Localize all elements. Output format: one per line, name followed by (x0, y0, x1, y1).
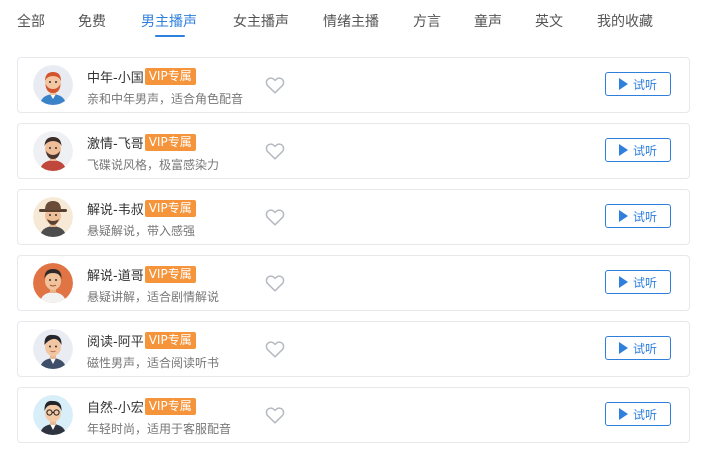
man-red-beard-avatar-icon (33, 65, 73, 105)
tab-child-voice[interactable]: 童声 (474, 13, 502, 31)
favorite-heart-icon[interactable] (264, 206, 286, 228)
voice-name: 解说-道哥 (87, 268, 144, 284)
tab-dialect[interactable]: 方言 (413, 13, 441, 31)
play-icon (618, 210, 628, 222)
voice-name: 中年-小国 (87, 70, 144, 86)
voice-description: 悬疑讲解，适合剧情解说 (87, 290, 220, 304)
listen-label: 试听 (632, 407, 657, 422)
listen-label: 试听 (632, 77, 657, 92)
tab-male-anchor[interactable]: 男主播声 (141, 13, 197, 31)
active-tab-indicator (155, 35, 185, 37)
voice-list: 中年-小国 VIP专属 亲和中年男声，适合角色配音 试听 激情-飞哥 VIP专属… (17, 57, 690, 453)
voice-card: 阅读-阿平 VIP专属 磁性男声，适合阅读听书 试听 (17, 321, 690, 377)
vip-badge: VIP专属 (144, 199, 196, 217)
voice-card: 自然-小宏 VIP专属 年轻时尚，适用于客服配音 试听 (17, 387, 690, 443)
listen-button[interactable]: 试听 (605, 204, 671, 228)
man-beard-avatar-icon (33, 131, 73, 171)
man-orange-avatar-icon (33, 263, 73, 303)
listen-label: 试听 (632, 209, 657, 224)
man-glasses-avatar-icon (33, 395, 73, 435)
voice-category-tabs: 全部 免费 男主播声 女主播声 情绪主播 方言 童声 英文 我的收藏 (0, 0, 708, 44)
play-icon (618, 276, 628, 288)
listen-label: 试听 (632, 275, 657, 290)
play-icon (618, 144, 628, 156)
listen-label: 试听 (632, 341, 657, 356)
listen-button[interactable]: 试听 (605, 336, 671, 360)
tab-all[interactable]: 全部 (17, 13, 45, 31)
favorite-heart-icon[interactable] (264, 272, 286, 294)
voice-name: 自然-小宏 (87, 400, 144, 416)
voice-card: 中年-小国 VIP专属 亲和中年男声，适合角色配音 试听 (17, 57, 690, 113)
tab-english[interactable]: 英文 (535, 13, 563, 31)
listen-button[interactable]: 试听 (605, 138, 671, 162)
vip-badge: VIP专属 (144, 397, 196, 415)
voice-card: 激情-飞哥 VIP专属 飞碟说风格，极富感染力 试听 (17, 123, 690, 179)
play-icon (618, 408, 628, 420)
tab-female-anchor[interactable]: 女主播声 (233, 13, 289, 31)
vip-badge: VIP专属 (144, 265, 196, 283)
voice-name: 激情-飞哥 (87, 136, 144, 152)
voice-description: 飞碟说风格，极富感染力 (87, 158, 220, 172)
listen-button[interactable]: 试听 (605, 270, 671, 294)
favorite-heart-icon[interactable] (264, 74, 286, 96)
man-hat-avatar-icon (33, 197, 73, 237)
tab-emotion-anchor[interactable]: 情绪主播 (323, 13, 379, 31)
favorite-heart-icon[interactable] (264, 338, 286, 360)
listen-button[interactable]: 试听 (605, 402, 671, 426)
man-suit-avatar-icon (33, 329, 73, 369)
vip-badge: VIP专属 (144, 331, 196, 349)
voice-card: 解说-韦叔 VIP专属 悬疑解说，带入感强 试听 (17, 189, 690, 245)
favorite-heart-icon[interactable] (264, 140, 286, 162)
voice-description: 悬疑解说，带入感强 (87, 224, 196, 238)
play-icon (618, 78, 628, 90)
voice-name: 阅读-阿平 (87, 334, 144, 350)
vip-badge: VIP专属 (144, 133, 196, 151)
tab-my-favorites[interactable]: 我的收藏 (597, 13, 653, 31)
voice-name: 解说-韦叔 (87, 202, 144, 218)
voice-description: 亲和中年男声，适合角色配音 (87, 92, 244, 106)
voice-description: 磁性男声，适合阅读听书 (87, 356, 220, 370)
tab-free[interactable]: 免费 (78, 13, 106, 31)
voice-description: 年轻时尚，适用于客服配音 (87, 422, 232, 436)
listen-label: 试听 (632, 143, 657, 158)
vip-badge: VIP专属 (144, 67, 196, 85)
listen-button[interactable]: 试听 (605, 72, 671, 96)
favorite-heart-icon[interactable] (264, 404, 286, 426)
voice-card: 解说-道哥 VIP专属 悬疑讲解，适合剧情解说 试听 (17, 255, 690, 311)
play-icon (618, 342, 628, 354)
